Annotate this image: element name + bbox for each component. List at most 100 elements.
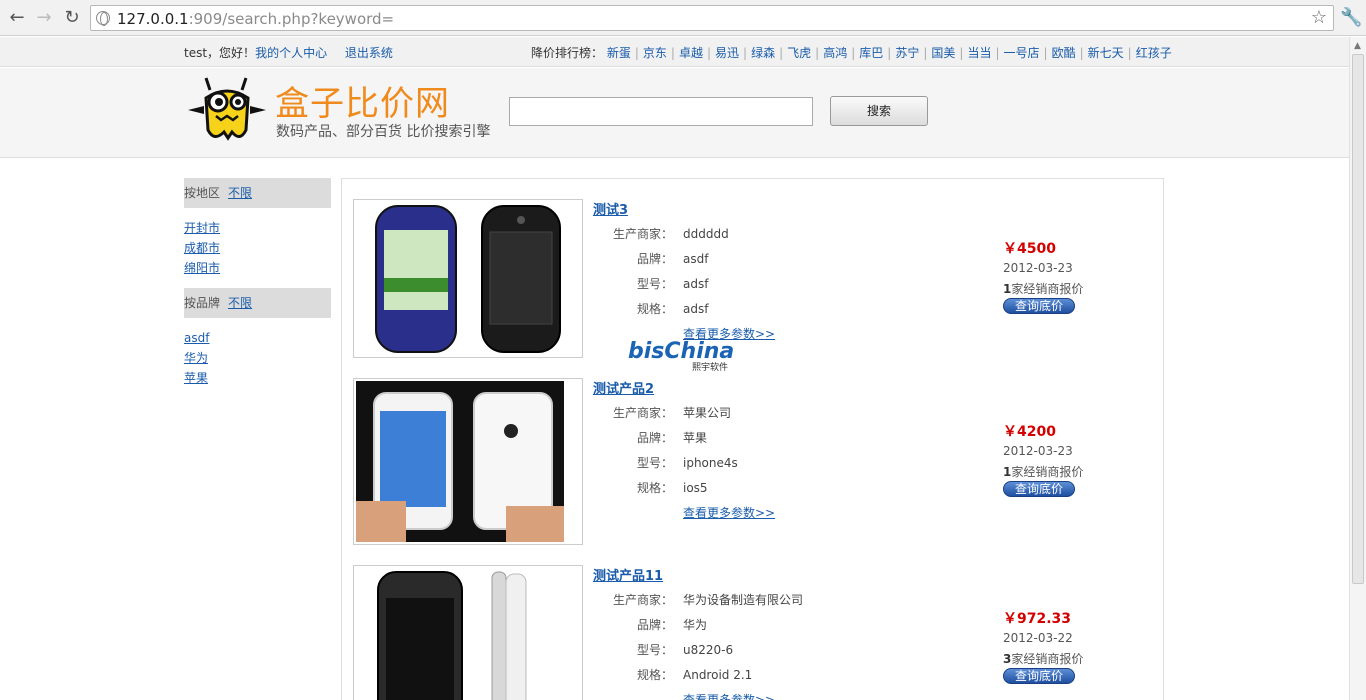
spec-row-model: 型号： adsf	[593, 275, 708, 292]
spec-value: ios5	[683, 481, 708, 495]
product-date: 2012-03-23	[1003, 261, 1073, 275]
page-scrollbar[interactable]: ▲	[1349, 37, 1366, 700]
spec-key: 品牌：	[636, 618, 673, 632]
spec-value: 苹果公司	[683, 406, 732, 420]
store-link[interactable]: 高鸿	[823, 46, 847, 60]
bischina-watermark-logo: bisChina 熙宇软件	[628, 336, 748, 377]
dealer-count: 1家经销商报价	[1003, 465, 1084, 479]
svg-text:bisChina: bisChina	[628, 339, 734, 364]
store-link[interactable]: 易迅	[715, 46, 739, 60]
brand-list: asdf 华为 苹果	[184, 328, 331, 388]
brand-item[interactable]: 苹果	[184, 368, 331, 388]
product-title[interactable]: 测试3	[593, 199, 628, 218]
spec-key: 生产商家：	[612, 593, 673, 607]
spec-row-brand: 品牌： 华为	[593, 616, 707, 633]
spec-key: 型号：	[636, 456, 673, 470]
product-date: 2012-03-22	[1003, 631, 1073, 645]
forward-icon[interactable]: →	[33, 7, 55, 29]
brand-item[interactable]: 华为	[184, 348, 331, 368]
region-item[interactable]: 开封市	[184, 218, 331, 238]
spec-value: adsf	[683, 302, 709, 316]
bookmark-star-icon[interactable]: ☆	[1311, 7, 1327, 28]
spec-row-maker: 生产商家： dddddd	[593, 225, 729, 242]
spec-key: 生产商家：	[612, 406, 673, 420]
spec-value: u8220-6	[683, 643, 734, 657]
store-link[interactable]: 库巴	[859, 46, 883, 60]
region-list: 开封市 成都市 绵阳市	[184, 218, 331, 286]
spec-key: 型号：	[636, 643, 673, 657]
spec-value: 华为设备制造有限公司	[683, 593, 804, 607]
product-image[interactable]	[353, 565, 583, 700]
site-name[interactable]: 盒子比价网	[275, 76, 450, 125]
profile-link[interactable]: 我的个人中心	[255, 46, 327, 60]
store-link[interactable]: 绿森	[751, 46, 775, 60]
store-link[interactable]: 国美	[931, 46, 955, 60]
address-url[interactable]: 127.0.0.1:909/search.php?keyword=	[117, 10, 394, 28]
product-price: ￥4200	[1003, 424, 1056, 440]
product-image[interactable]	[353, 378, 583, 545]
browser-toolbar: ← → ↻ 127.0.0.1:909/search.php?keyword= …	[0, 0, 1366, 36]
product-image[interactable]	[353, 199, 583, 358]
store-link[interactable]: 飞虎	[787, 46, 811, 60]
spec-row-maker: 生产商家： 华为设备制造有限公司	[593, 591, 803, 608]
page-info-icon[interactable]	[96, 11, 110, 26]
spec-key: 型号：	[636, 277, 673, 291]
store-link[interactable]: 当当	[967, 46, 991, 60]
product-title[interactable]: 测试产品11	[593, 565, 663, 584]
spec-row-spec: 规格： adsf	[593, 300, 708, 317]
store-link[interactable]: 卓越	[679, 46, 703, 60]
region-filter-header: 按地区 不限	[184, 178, 331, 208]
region-item[interactable]: 绵阳市	[184, 258, 331, 278]
more-params-link[interactable]: 查看更多参数>>	[683, 691, 775, 700]
spec-key: 规格：	[636, 302, 673, 316]
dealer-count: 1家经销商报价	[1003, 282, 1084, 296]
search-input[interactable]	[509, 97, 813, 126]
region-item[interactable]: 成都市	[184, 238, 331, 258]
back-icon[interactable]: ←	[6, 7, 28, 29]
spec-value: adsf	[683, 277, 709, 291]
store-link[interactable]: 苏宁	[895, 46, 919, 60]
query-lowest-price-button[interactable]: 查询底价	[1003, 481, 1075, 497]
query-lowest-price-button[interactable]: 查询底价	[1003, 298, 1075, 314]
product-title[interactable]: 测试产品2	[593, 378, 654, 397]
search-results: 测试3 生产商家： dddddd 品牌： asdf 型号： adsf 规格： adsf …	[341, 178, 1164, 700]
more-params-link[interactable]: 查看更多参数>>	[683, 504, 775, 521]
region-any-link[interactable]: 不限	[228, 186, 252, 200]
spec-value: dddddd	[683, 227, 729, 241]
store-link[interactable]: 红孩子	[1136, 46, 1172, 60]
product-date: 2012-03-23	[1003, 444, 1073, 458]
brand-item[interactable]: asdf	[184, 328, 331, 348]
spec-value: 苹果	[683, 431, 708, 445]
spec-row-brand: 品牌： 苹果	[593, 429, 707, 446]
spec-row-brand: 品牌： asdf	[593, 250, 708, 267]
reload-icon[interactable]: ↻	[61, 7, 83, 29]
wrench-menu-icon[interactable]: 🔧	[1340, 7, 1362, 28]
spec-row-model: 型号： u8220-6	[593, 641, 733, 658]
logout-link[interactable]: 退出系统	[345, 46, 393, 60]
store-link[interactable]: 新蛋	[607, 46, 631, 60]
store-link[interactable]: 新七天	[1088, 46, 1124, 60]
store-link[interactable]: 欧酷	[1052, 46, 1076, 60]
site-tagline: 数码产品、部分百货 比价搜索引擎	[276, 124, 491, 140]
product-price: ￥972.33	[1003, 611, 1072, 627]
address-bar[interactable]: 127.0.0.1:909/search.php?keyword= ☆	[90, 5, 1334, 31]
brand-any-link[interactable]: 不限	[228, 296, 252, 310]
spec-row-spec: 规格： ios5	[593, 479, 708, 496]
scrollbar-thumb[interactable]	[1352, 54, 1364, 584]
ranking-label: 降价排行榜：	[531, 46, 604, 60]
search-button[interactable]: 搜索	[830, 96, 928, 126]
logo-mascot-icon[interactable]	[184, 76, 270, 149]
store-link[interactable]: 京东	[643, 46, 667, 60]
brand-filter-header: 按品牌 不限	[184, 288, 331, 318]
query-lowest-price-button[interactable]: 查询底价	[1003, 668, 1075, 684]
spec-row-maker: 生产商家： 苹果公司	[593, 404, 731, 421]
spec-key: 品牌：	[636, 252, 673, 266]
site-header: 盒子比价网 数码产品、部分百货 比价搜索引擎 搜索	[0, 68, 1349, 158]
dealer-count: 3家经销商报价	[1003, 652, 1084, 666]
product-item: 测试3 生产商家： dddddd 品牌： asdf 型号： adsf 规格： adsf …	[353, 199, 1153, 359]
scroll-up-icon[interactable]: ▲	[1354, 41, 1361, 51]
product-item: 测试产品2 生产商家： 苹果公司 品牌： 苹果 型号： iphone4s 规格： ios…	[353, 378, 1153, 546]
store-link[interactable]: 一号店	[1004, 46, 1040, 60]
welcome-text: test，您好！我的个人中心 退出系统	[184, 46, 393, 60]
spec-value: Android 2.1	[683, 668, 753, 682]
